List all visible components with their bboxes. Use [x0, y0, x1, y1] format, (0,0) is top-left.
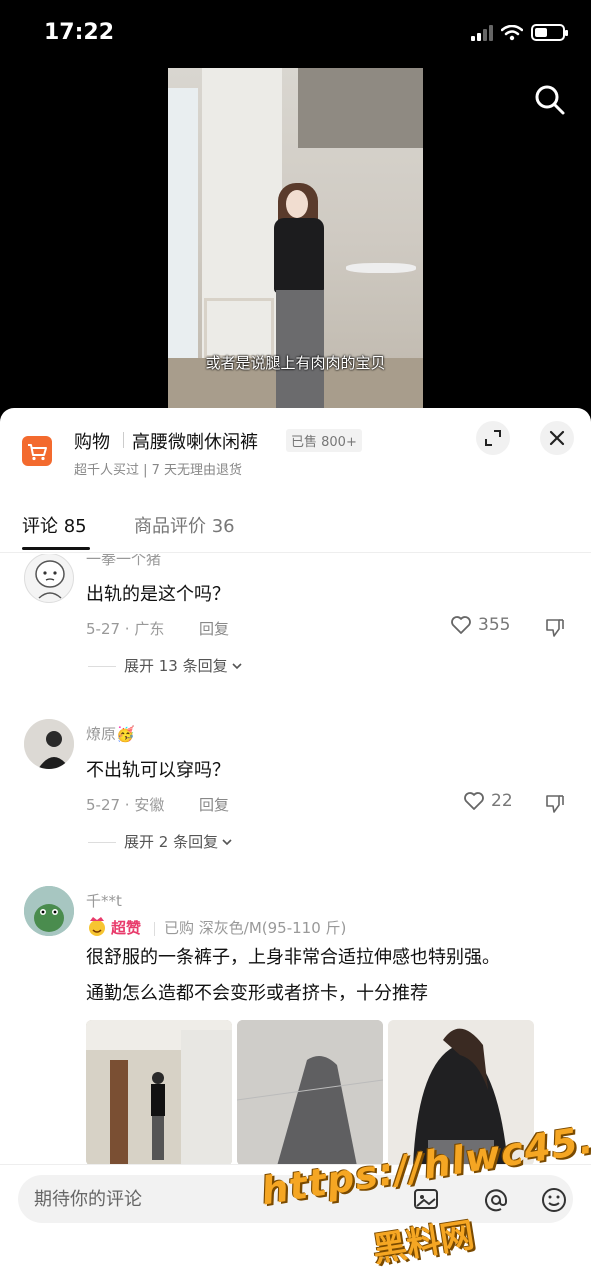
expand-replies-label: 展开 13 条回复: [124, 657, 228, 675]
status-bar: 17:22: [0, 0, 591, 68]
emoji-icon: [542, 1188, 566, 1212]
image-button[interactable]: [413, 1187, 439, 1211]
thumbs-down-icon: [546, 795, 564, 813]
like-button[interactable]: 355: [450, 615, 510, 635]
dislike-button[interactable]: [544, 617, 566, 639]
close-button[interactable]: [540, 421, 574, 455]
search-button[interactable]: [530, 80, 570, 120]
emoji-button[interactable]: [540, 1186, 568, 1214]
like-count: 22: [491, 791, 513, 811]
purchase-info: 已购 深灰色/M(95-110 斤): [164, 919, 347, 937]
status-icons: [471, 24, 568, 41]
battery-icon: [531, 24, 568, 41]
comment-text: 出轨的是这个吗？: [86, 584, 230, 605]
chevron-down-icon: [222, 838, 232, 845]
tab-comments[interactable]: 评论 85: [22, 512, 87, 538]
dislike-button[interactable]: [544, 793, 566, 815]
chevron-down-icon: [232, 662, 242, 669]
comment-meta: 5-27 · 安徽: [86, 796, 165, 814]
party-emoji: 🥳: [116, 725, 135, 743]
product-category: 购物: [74, 432, 110, 453]
comment-username[interactable]: 燎原🥳: [86, 723, 135, 744]
reply-button[interactable]: 回复: [199, 794, 229, 815]
expand-replies-button[interactable]: 展开 13 条回复: [124, 655, 244, 676]
tab-bar: 评论 85 商品评价 36: [0, 503, 591, 553]
heart-icon: [451, 616, 471, 634]
divider: [154, 922, 155, 936]
divider: [88, 666, 116, 667]
product-bar[interactable]: 购物 高腰微喇休闲裤 已售 800+ 超千人买过 | 7 天无理由退货: [0, 408, 591, 488]
review-photo[interactable]: [237, 1020, 383, 1164]
review-text-line: 很舒服的一条裤子，上身非常合适拉伸感也特别强。: [86, 947, 500, 968]
close-icon: [549, 430, 565, 446]
at-icon: [485, 1189, 507, 1212]
reply-button[interactable]: 回复: [199, 618, 229, 639]
mention-button[interactable]: [483, 1187, 509, 1213]
sold-badge: 已售 800+: [286, 429, 362, 452]
video-subtitle: 或者是说腿上有肉肉的宝贝: [205, 354, 386, 372]
like-button[interactable]: 22: [463, 791, 513, 811]
review-text-line: 通勤怎么造都不会变形或者挤卡，十分推荐: [86, 983, 428, 1004]
thumbs-down-icon: [546, 619, 564, 637]
product-subtitle: 超千人买过 | 7 天无理由退货: [74, 463, 243, 478]
avatar[interactable]: [24, 554, 74, 603]
divider: [123, 432, 124, 448]
shopping-cart-icon: [22, 436, 52, 466]
search-icon: [535, 85, 565, 115]
avatar[interactable]: [24, 886, 74, 936]
tab-indicator: [22, 547, 90, 550]
status-time: 17:22: [44, 20, 115, 45]
comment-list[interactable]: 一拳一个猪 出轨的是这个吗？ 5-27 · 广东 回复 355 展开 13 条回…: [0, 554, 591, 1164]
expand-button[interactable]: [476, 421, 510, 455]
avatar[interactable]: [24, 719, 74, 769]
video-player[interactable]: 或者是说腿上有肉肉的宝贝: [168, 68, 423, 413]
divider: [88, 842, 116, 843]
wifi-icon: [501, 24, 523, 40]
comment-username[interactable]: 一拳一个猪: [86, 554, 161, 569]
review-photo[interactable]: [86, 1020, 232, 1164]
like-count: 355: [478, 615, 511, 635]
expand-replies-button[interactable]: 展开 2 条回复: [124, 831, 234, 852]
review-username[interactable]: 千**t: [86, 890, 122, 911]
crown-smile-icon: [89, 917, 105, 936]
expand-icon: [485, 430, 501, 446]
image-icon: [414, 1189, 438, 1209]
comment-text: 不出轨可以穿吗？: [86, 760, 230, 781]
rating-badge: 超赞: [111, 919, 142, 937]
tab-product-reviews[interactable]: 商品评价 36: [134, 512, 235, 538]
expand-replies-label: 展开 2 条回复: [124, 833, 219, 851]
signal-icon: [471, 24, 493, 41]
comment-meta: 5-27 · 广东: [86, 620, 165, 638]
product-title: 高腰微喇休闲裤: [132, 432, 258, 453]
heart-icon: [464, 792, 484, 810]
